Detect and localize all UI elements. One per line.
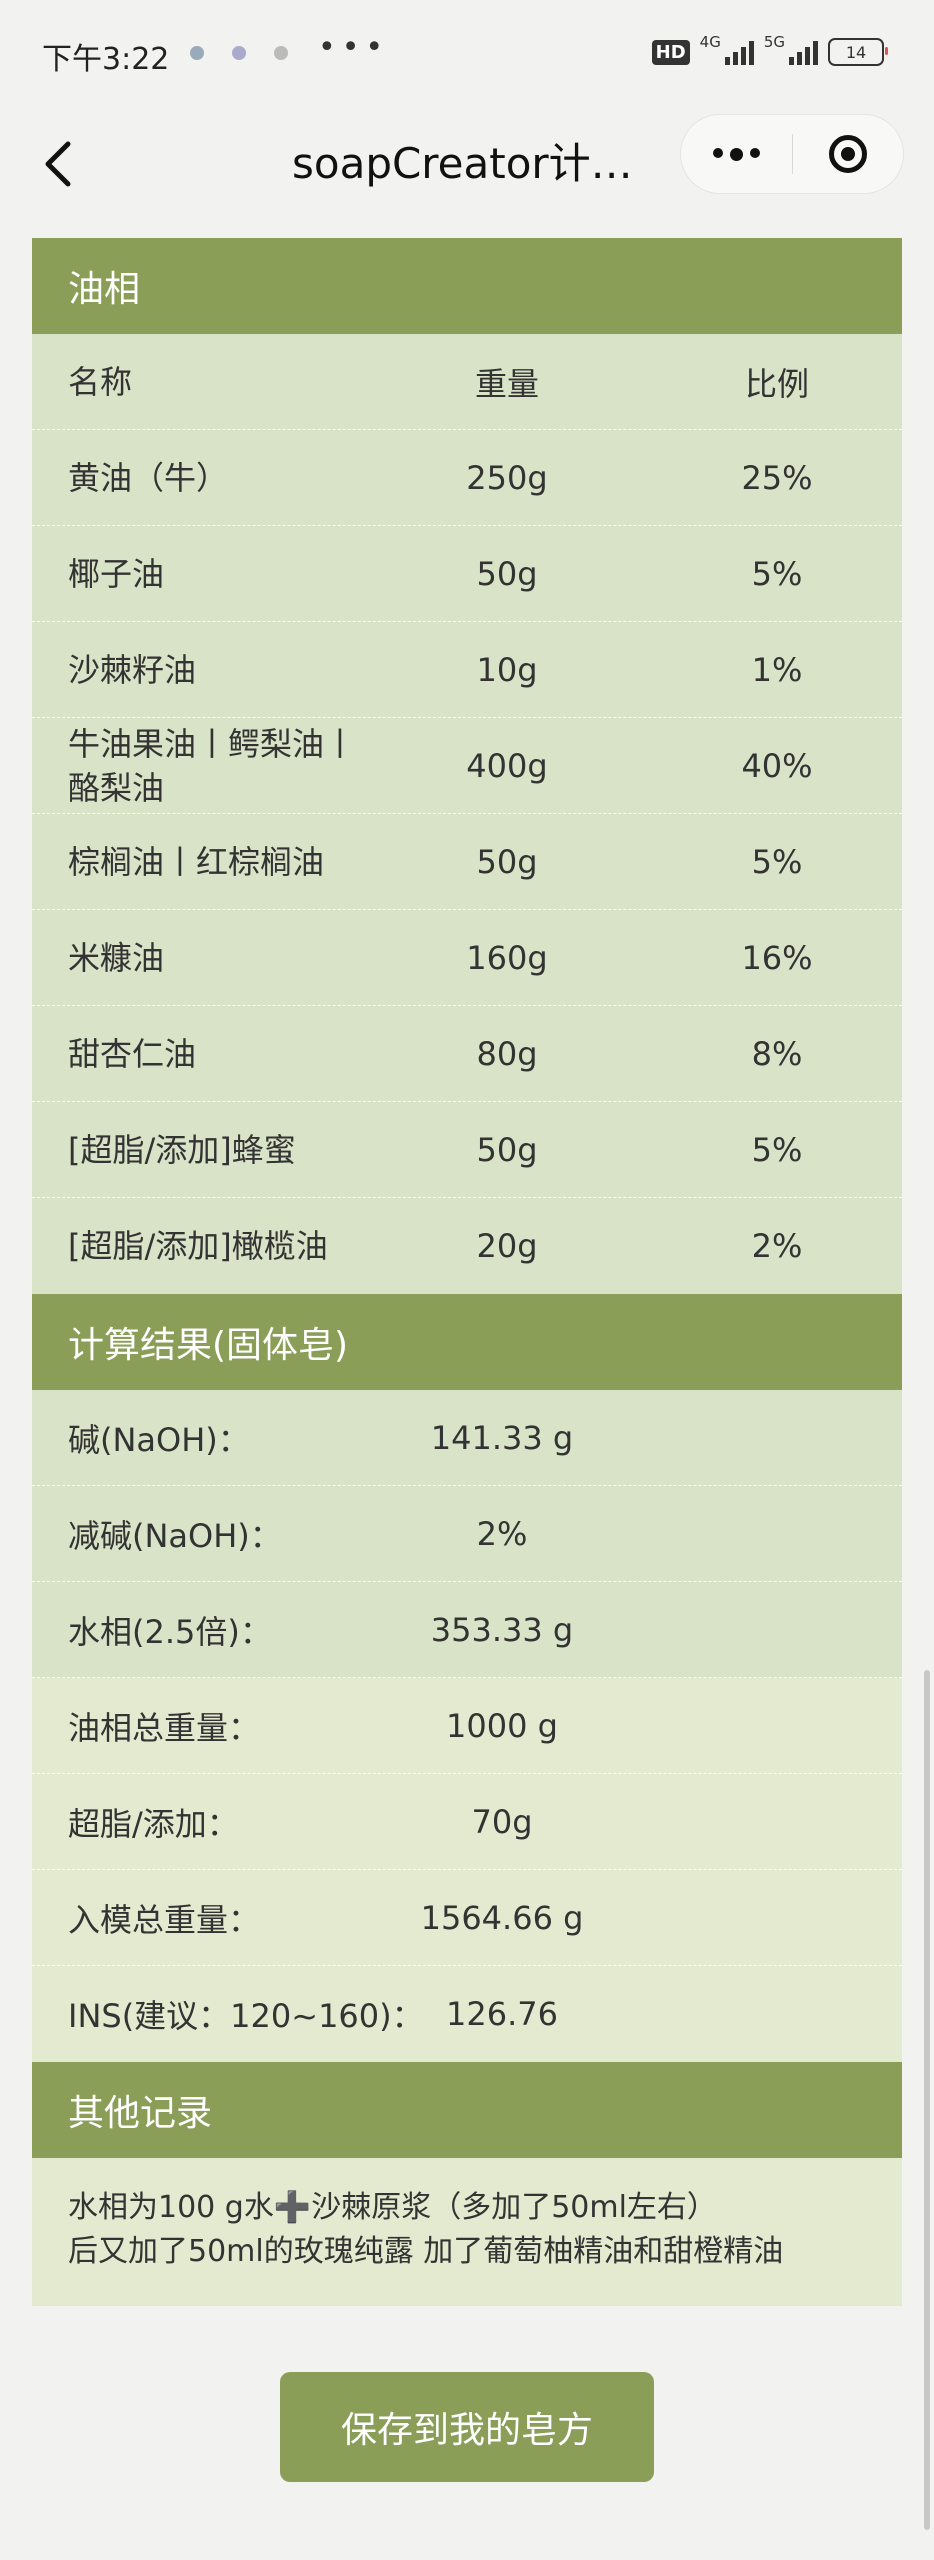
oil-weight: 160g [466,938,548,977]
result-label: 碱(NaOH)： [68,1420,250,1459]
result-row-oil-total: 油相总重量： 1000 g [32,1678,902,1774]
result-row-lye-discount: 减碱(NaOH)： 2% [32,1486,902,1582]
save-to-my-recipes-button[interactable]: 保存到我的皂方 [280,2372,654,2482]
results-list: 碱(NaOH)： 141.33 g 减碱(NaOH)： 2% 水相(2.5倍)：… [32,1390,902,2062]
status-icons: HD 4G 5G 14 [651,33,888,66]
oil-weight: 50g [476,554,538,593]
notification-icon [232,46,246,60]
result-label: 减碱(NaOH)： [68,1516,282,1555]
oil-ratio: 5% [751,842,803,881]
column-header-name: 名称 [68,362,133,401]
battery-icon: 14 [828,38,888,66]
result-value: 1000 g [446,1706,558,1745]
table-row: 沙棘籽油 10g 1% [32,622,902,718]
oil-table: 名称 重量 比例 黄油（牛） 250g 25% 椰子油 50g 5% 沙棘籽油 … [32,334,902,1294]
oil-name: 黄油（牛） [68,458,229,497]
oil-weight: 50g [476,842,538,881]
page-title: soapCreator计… [292,139,633,188]
signal-icon [789,39,818,65]
results-section-header: 计算结果(固体皂) [32,1294,902,1390]
oil-section-header: 油相 [32,238,902,334]
oil-table-header-row: 名称 重量 比例 [32,334,902,430]
oil-name: 棕榈油丨红棕榈油 [68,842,325,881]
more-dots-icon [712,147,760,161]
result-label: 入模总重量： [68,1900,261,1939]
result-value: 70g [471,1802,533,1841]
nav-bar: soapCreator计… [0,110,934,240]
table-row: [超脂/添加]橄榄油 20g 2% [32,1198,902,1294]
oil-weight: 20g [476,1227,538,1265]
target-icon [828,135,867,173]
network-type-5g: 5G [763,33,785,51]
table-row: 牛油果油丨鳄梨油丨酪梨油 400g 40% [32,718,902,814]
signal-icon [724,39,754,65]
result-value: 141.33 g [430,1418,574,1457]
oil-weight: 50g [476,1130,538,1169]
back-button[interactable] [38,132,78,196]
oil-ratio: 2% [751,1227,803,1265]
result-row-naoh: 碱(NaOH)： 141.33 g [32,1390,902,1486]
result-value: 2% [476,1514,528,1553]
table-row: 甜杏仁油 80g 8% [32,1006,902,1102]
table-row: 椰子油 50g 5% [32,526,902,622]
more-button[interactable] [681,115,792,193]
table-row: 米糠油 160g 16% [32,910,902,1006]
result-value: 126.76 [446,1995,558,2033]
scrollbar[interactable] [924,1670,930,2530]
column-header-weight: 重量 [474,364,539,403]
status-bar: 下午3:22 ••• HD 4G 5G 14 [0,0,934,110]
result-label: 油相总重量： [68,1708,261,1747]
miniprogram-capsule [680,114,904,194]
result-label: 水相(2.5倍)： [68,1612,272,1651]
oil-ratio: 5% [751,1130,803,1169]
notification-icon [274,46,288,60]
notes-text: 水相为100 g水➕沙棘原浆（多加了50ml左右） 后又加了50ml的玫瑰纯露 … [32,2158,902,2306]
result-row-mold-total: 入模总重量： 1564.66 g [32,1870,902,1966]
chevron-left-icon [45,141,71,187]
oil-ratio: 16% [741,938,813,977]
result-label: 超脂/添加： [68,1804,239,1843]
column-header-ratio: 比例 [744,364,809,403]
oil-name: 椰子油 [68,554,165,593]
status-time: 下午3:22 [42,42,170,77]
content-card: 油相 名称 重量 比例 黄油（牛） 250g 25% 椰子油 50g 5% 沙棘… [32,238,902,2306]
result-value: 353.33 g [430,1610,574,1649]
result-label: INS(建议：120~160)： [68,1997,424,2035]
oil-weight: 250g [466,458,548,497]
result-row-ins: INS(建议：120~160)： 126.76 [32,1966,902,2062]
battery-level: 14 [845,42,867,62]
result-row-water: 水相(2.5倍)： 353.33 g [32,1582,902,1678]
notification-icon [190,46,204,60]
more-notifications-icon: ••• [318,30,390,65]
network-type-4g: 4G [699,33,721,51]
oil-name: [超脂/添加]橄榄油 [68,1227,328,1265]
result-row-superfat: 超脂/添加： 70g [32,1774,902,1870]
close-miniprogram-button[interactable] [793,115,904,193]
table-row: 棕榈油丨红棕榈油 50g 5% [32,814,902,910]
oil-name: 沙棘籽油 [68,650,197,689]
oil-weight: 10g [476,650,538,689]
oil-ratio: 40% [741,746,813,785]
table-row: 黄油（牛） 250g 25% [32,430,902,526]
oil-ratio: 5% [751,554,803,593]
hd-icon: HD [651,39,690,65]
oil-weight: 80g [476,1034,538,1073]
result-value: 1564.66 g [420,1898,584,1937]
oil-ratio: 1% [751,650,803,689]
notes-line: 水相为100 g水➕沙棘原浆（多加了50ml左右） [68,2190,717,2225]
oil-name: 甜杏仁油 [68,1034,197,1073]
oil-name: 牛油果油丨鳄梨油丨酪梨油 [68,724,357,807]
oil-name: 米糠油 [68,938,165,977]
notes-line: 后又加了50ml的玫瑰纯露 加了葡萄柚精油和甜橙精油 [68,2234,784,2269]
notes-section-header: 其他记录 [32,2062,902,2158]
table-row: [超脂/添加]蜂蜜 50g 5% [32,1102,902,1198]
oil-ratio: 25% [741,458,813,497]
oil-ratio: 8% [751,1034,803,1073]
oil-weight: 400g [466,746,548,785]
oil-name: [超脂/添加]蜂蜜 [68,1130,296,1169]
